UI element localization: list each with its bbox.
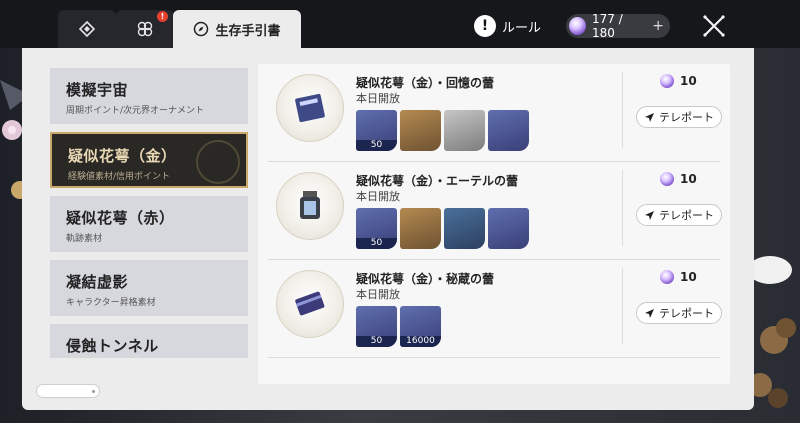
domain-preview xyxy=(276,74,344,142)
tab-survival-guide[interactable]: 生存手引書 xyxy=(173,10,301,48)
reward-item[interactable] xyxy=(444,208,485,249)
sidebar-item-title: 侵蝕トンネル xyxy=(66,337,159,355)
credit-card-icon xyxy=(295,291,325,316)
trailblaze-power[interactable]: 177 / 180 + xyxy=(566,12,670,40)
rule-label: ルール xyxy=(502,20,542,36)
divider xyxy=(622,72,623,148)
domain-title: 疑似花萼（金）・秘蔵の蕾 xyxy=(356,272,495,286)
lantern-icon xyxy=(300,191,320,219)
stamina-value: 177 / 180 xyxy=(592,12,623,40)
reward-item[interactable] xyxy=(400,110,441,151)
domain-preview xyxy=(276,172,344,240)
list-item: 疑似花萼（金）・エーテルの蕾 本日開放 50 10 テレポート xyxy=(268,162,722,260)
trailblaze-power-icon xyxy=(660,74,674,88)
reward-item[interactable]: 50 xyxy=(356,110,397,151)
add-stamina-button[interactable]: + xyxy=(652,18,664,34)
teleport-button[interactable]: テレポート xyxy=(636,302,722,324)
divider xyxy=(622,268,623,344)
sidebar-item-subtitle: 経験値素材/信用ポイント xyxy=(68,172,171,182)
sidebar-item-calyx-golden[interactable]: 疑似花萼（金） 経験値素材/信用ポイント xyxy=(50,132,248,188)
sidebar-item-title: 疑似花萼（金） xyxy=(68,147,177,165)
teleport-button[interactable]: テレポート xyxy=(636,204,722,226)
reward-quantity: 50 xyxy=(356,140,397,151)
trailblaze-power-icon xyxy=(660,270,674,284)
main-panel: 模擬宇宙 周期ポイント/次元界オーナメント 疑似花萼（金） 経験値素材/信用ポイ… xyxy=(22,48,754,410)
domain-status: 本日開放 xyxy=(356,288,400,301)
rule-button[interactable]: ! ルール xyxy=(474,14,541,38)
info-icon: ! xyxy=(474,15,496,37)
top-bar: ! 生存手引書 ! ルール 177 / 180 + xyxy=(0,0,800,48)
trailblaze-power-icon xyxy=(660,172,674,186)
teleport-label: テレポート xyxy=(659,111,714,124)
sidebar: 模擬宇宙 周期ポイント/次元界オーナメント 疑似花萼（金） 経験値素材/信用ポイ… xyxy=(50,68,250,358)
sidebar-scrollbar[interactable] xyxy=(36,384,100,398)
domain-preview xyxy=(276,270,344,338)
domain-status: 本日開放 xyxy=(356,92,400,105)
domain-title: 疑似花萼（金）・エーテルの蕾 xyxy=(356,174,519,188)
sidebar-item-cavern-of-corrosion[interactable]: 侵蝕トンネル 遺物 xyxy=(50,324,248,358)
sidebar-item-simulated-universe[interactable]: 模擬宇宙 周期ポイント/次元界オーナメント xyxy=(50,68,248,124)
power-cost: 10 xyxy=(660,270,697,284)
diamond-star-icon xyxy=(79,21,95,37)
reward-item[interactable] xyxy=(488,208,529,249)
reward-item[interactable]: 16000 xyxy=(400,306,441,347)
list-item: 疑似花萼（金）・秘蔵の蕾 本日開放 50 16000 10 テレポート xyxy=(268,260,722,358)
sidebar-item-calyx-crimson[interactable]: 疑似花萼（赤） 軌跡素材 xyxy=(50,196,248,252)
sidebar-item-title: 疑似花萼（赤） xyxy=(66,209,175,227)
reward-item[interactable] xyxy=(400,208,441,249)
power-cost: 10 xyxy=(660,74,697,88)
sidebar-item-title: 凝結虚影 xyxy=(66,273,129,291)
list-item: 疑似花萼（金）・回憶の蕾 本日開放 50 10 テレポート xyxy=(268,64,722,162)
sidebar-item-subtitle: 周期ポイント/次元界オーナメント xyxy=(66,106,205,116)
notification-badge: ! xyxy=(157,11,168,22)
teleport-arrow-icon xyxy=(645,308,654,318)
domain-status: 本日開放 xyxy=(356,190,400,203)
reward-quantity: 16000 xyxy=(400,336,441,347)
sidebar-item-title: 模擬宇宙 xyxy=(66,81,129,99)
domain-list: 疑似花萼（金）・回憶の蕾 本日開放 50 10 テレポート 疑似花萼（金）・エー… xyxy=(258,64,730,384)
teleport-button[interactable]: テレポート xyxy=(636,106,722,128)
trailblaze-power-icon xyxy=(569,17,586,35)
tab-events[interactable]: ! xyxy=(116,10,174,48)
power-cost: 10 xyxy=(660,172,697,186)
reward-item[interactable]: 50 xyxy=(356,306,397,347)
sidebar-item-subtitle: キャラクター昇格素材 xyxy=(66,298,156,308)
cost-value: 10 xyxy=(680,172,697,186)
clover-icon xyxy=(137,21,153,37)
teleport-arrow-icon xyxy=(645,210,654,220)
teleport-arrow-icon xyxy=(645,112,654,122)
book-icon xyxy=(295,93,325,123)
domain-title: 疑似花萼（金）・回憶の蕾 xyxy=(356,76,495,90)
compass-icon xyxy=(194,21,209,37)
cost-value: 10 xyxy=(680,270,697,284)
sidebar-item-subtitle: 軌跡素材 xyxy=(66,234,103,244)
divider xyxy=(622,170,623,246)
sidebar-item-stagnant-shadow[interactable]: 凝結虚影 キャラクター昇格素材 xyxy=(50,260,248,316)
reward-list: 50 16000 xyxy=(356,306,441,347)
teleport-label: テレポート xyxy=(659,209,714,222)
cost-value: 10 xyxy=(680,74,697,88)
reward-item[interactable] xyxy=(444,110,485,151)
reward-item[interactable]: 50 xyxy=(356,208,397,249)
reward-item[interactable] xyxy=(488,110,529,151)
tab-label: 生存手引書 xyxy=(215,23,281,39)
reward-quantity: 50 xyxy=(356,238,397,249)
reward-list: 50 xyxy=(356,110,529,151)
tab-guide[interactable] xyxy=(58,10,116,48)
teleport-label: テレポート xyxy=(659,307,714,320)
reward-quantity: 50 xyxy=(356,336,397,347)
reward-list: 50 xyxy=(356,208,529,249)
close-icon[interactable] xyxy=(700,12,728,40)
